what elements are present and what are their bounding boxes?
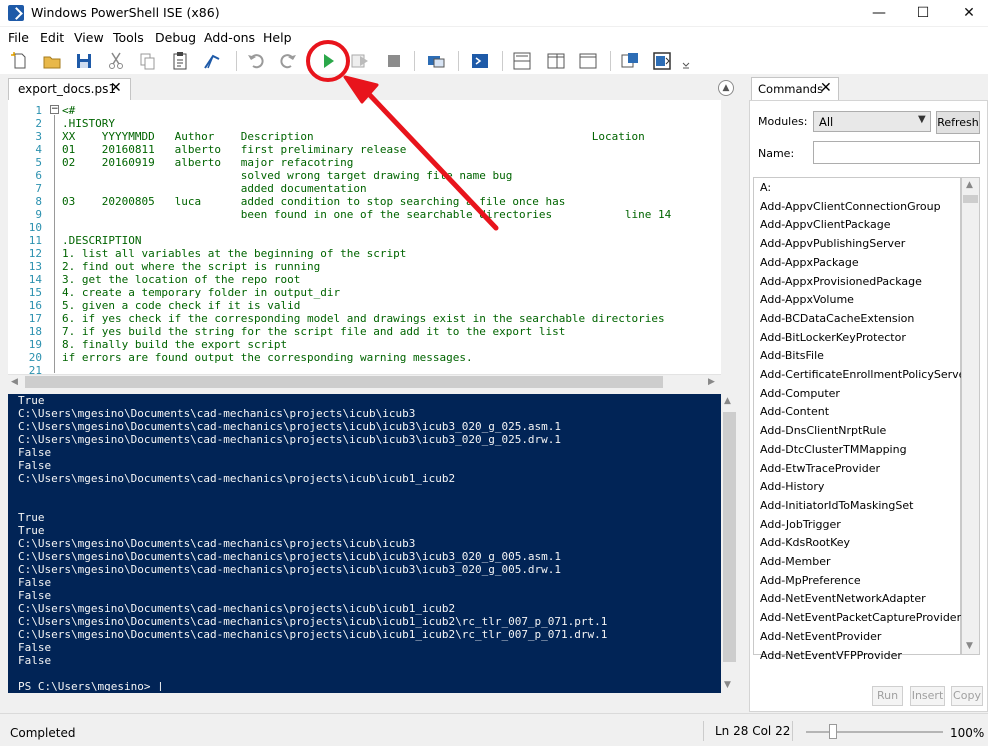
annotation-arrow-shaft bbox=[362, 87, 499, 231]
red-annotation-overlay bbox=[306, 40, 499, 231]
highlight-circle bbox=[306, 40, 350, 82]
